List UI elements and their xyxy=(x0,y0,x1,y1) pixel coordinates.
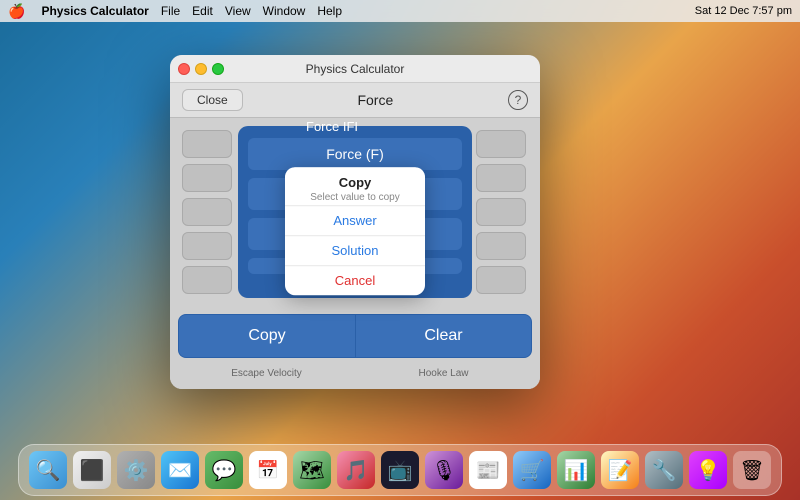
left-side-btn-1[interactable] xyxy=(182,130,232,158)
titlebar: Physics Calculator xyxy=(170,55,540,83)
force-f-button[interactable]: Force (F) xyxy=(248,138,462,170)
dock-icon-finder[interactable]: 🔍 xyxy=(29,451,67,489)
calc-title: Force xyxy=(357,92,393,108)
menu-file[interactable]: File xyxy=(161,4,180,18)
force-ifi-label: Force IFI xyxy=(306,119,358,134)
menu-window[interactable]: Window xyxy=(263,4,306,18)
popup-subtitle: Select value to copy xyxy=(295,192,415,203)
right-side-btn-4[interactable] xyxy=(476,232,526,260)
copy-popup: Copy Select value to copy Answer Solutio… xyxy=(285,167,425,295)
left-side-btn-3[interactable] xyxy=(182,198,232,226)
copy-button[interactable]: Copy xyxy=(178,314,355,358)
dock-icon-mail[interactable]: ✉️ xyxy=(161,451,199,489)
dock-icon-music[interactable]: 🎵 xyxy=(337,451,375,489)
right-side-btn-1[interactable] xyxy=(476,130,526,158)
popup-header: Copy Select value to copy xyxy=(285,167,425,205)
popup-answer[interactable]: Answer xyxy=(285,205,425,235)
popup-title: Copy xyxy=(295,175,415,190)
dock-icon-trash[interactable]: 🗑 xyxy=(733,451,771,489)
minimize-button[interactable] xyxy=(195,63,207,75)
dock-icon-maps[interactable]: 🗺 xyxy=(293,451,331,489)
dock-icon-numbers[interactable]: 📊 xyxy=(557,451,595,489)
right-side-buttons xyxy=(472,126,532,298)
dock-icon-settings[interactable]: ⚙️ xyxy=(117,451,155,489)
menu-edit[interactable]: Edit xyxy=(192,4,213,18)
dock-icon-appstore[interactable]: 🛒 xyxy=(513,451,551,489)
left-side-buttons xyxy=(178,126,238,298)
dock-icon-pages[interactable]: 📝 xyxy=(601,451,639,489)
app-name[interactable]: Physics Calculator xyxy=(41,4,148,18)
help-button[interactable]: ? xyxy=(508,90,528,110)
apple-menu-icon[interactable]: 🍎 xyxy=(8,3,25,20)
dock-icon-system[interactable]: 🔧 xyxy=(645,451,683,489)
dock-icon-siri[interactable]: 💡 xyxy=(689,451,727,489)
menubar: 🍎 Physics Calculator File Edit View Wind… xyxy=(0,0,800,22)
right-side-btn-2[interactable] xyxy=(476,164,526,192)
maximize-button[interactable] xyxy=(212,63,224,75)
footer-hooke-law: Hooke Law xyxy=(355,366,532,381)
calc-close-button[interactable]: Close xyxy=(182,89,243,111)
calc-grid: Force (F) 10 20 Copy Select value to cop… xyxy=(170,118,540,306)
dock-icon-calendar[interactable]: 📅 xyxy=(249,451,287,489)
menu-view[interactable]: View xyxy=(225,4,251,18)
window-title: Physics Calculator xyxy=(306,62,405,76)
calc-footer: Escape Velocity Hooke Law xyxy=(170,366,540,389)
clear-button[interactable]: Clear xyxy=(355,314,532,358)
popup-cancel[interactable]: Cancel xyxy=(285,265,425,295)
center-area: Force (F) 10 20 Copy Select value to cop… xyxy=(238,126,472,298)
calc-bottom-buttons: Copy Clear xyxy=(170,306,540,366)
dock-icon-launchpad[interactable]: ⬛ xyxy=(73,451,111,489)
calc-topbar: Close Force ? xyxy=(170,83,540,118)
dock-icon-tv[interactable]: 📺 xyxy=(381,451,419,489)
dock-icon-news[interactable]: 📰 xyxy=(469,451,507,489)
dock: 🔍 ⬛ ⚙️ ✉️ 💬 📅 🗺 🎵 📺 🎙 📰 🛒 📊 📝 🔧 💡 🗑 xyxy=(18,444,782,496)
dock-icon-messages[interactable]: 💬 xyxy=(205,451,243,489)
menu-help[interactable]: Help xyxy=(317,4,342,18)
right-side-btn-5[interactable] xyxy=(476,266,526,294)
left-side-btn-5[interactable] xyxy=(182,266,232,294)
right-side-btn-3[interactable] xyxy=(476,198,526,226)
close-button[interactable] xyxy=(178,63,190,75)
main-window: Physics Calculator Close Force ? Force (… xyxy=(170,55,540,389)
menubar-datetime: Sat 12 Dec 7:57 pm xyxy=(695,5,792,17)
footer-escape-velocity: Escape Velocity xyxy=(178,366,355,381)
popup-solution[interactable]: Solution xyxy=(285,235,425,265)
left-side-btn-4[interactable] xyxy=(182,232,232,260)
dock-icon-podcasts[interactable]: 🎙 xyxy=(425,451,463,489)
left-side-btn-2[interactable] xyxy=(182,164,232,192)
